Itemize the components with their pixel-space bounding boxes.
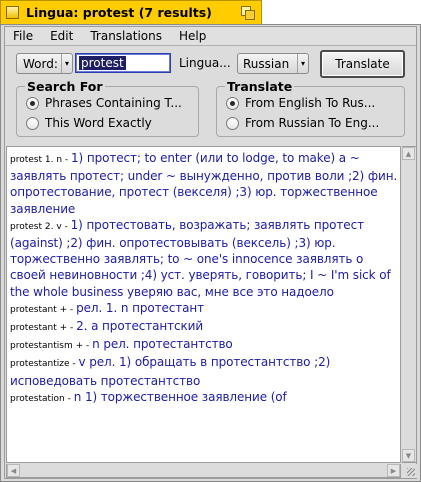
- radio-selected-icon[interactable]: [226, 96, 239, 110]
- zoom-icon-front: [245, 9, 255, 20]
- controls-panel: Word: ▾ protest Lingua... Russian ▾ Tran…: [5, 46, 416, 142]
- menu-help[interactable]: Help: [171, 29, 215, 43]
- dropdown-arrow-icon: ▾: [61, 54, 72, 73]
- dropdown-arrow-icon: ▾: [297, 54, 308, 73]
- zoom-button[interactable]: [241, 5, 255, 20]
- search-input-value: protest: [79, 56, 126, 70]
- result-entry: protestant + - рел. 1. n протестант: [10, 300, 398, 318]
- search-for-legend: Search For: [25, 79, 105, 94]
- window-title-tab[interactable]: Lingua: protest (7 results): [0, 0, 262, 24]
- result-term: protest 2. v -: [10, 221, 71, 232]
- app-window: File Edit Translations Help Word: ▾ prot…: [0, 24, 421, 482]
- close-button[interactable]: [6, 6, 19, 19]
- result-term: protestant + -: [10, 304, 77, 315]
- window-content: File Edit Translations Help Word: ▾ prot…: [4, 26, 417, 479]
- result-definition: n 1) торжественное заявление (of: [73, 389, 287, 404]
- menu-translations[interactable]: Translations: [82, 29, 171, 43]
- search-mode-label: Word:: [23, 56, 58, 71]
- translate-button-label: Translate: [335, 57, 390, 71]
- translate-direction-group: Translate From English To Rus... From Ru…: [216, 79, 405, 137]
- result-entry: protest 2. v - 1) протестовать, возражат…: [10, 217, 398, 300]
- search-input[interactable]: protest: [75, 53, 171, 73]
- translate-legend: Translate: [225, 79, 295, 94]
- resize-handle-icon[interactable]: [402, 464, 417, 478]
- search-mode-dropdown[interactable]: Word: ▾: [16, 53, 73, 74]
- menu-bar: File Edit Translations Help: [5, 27, 416, 46]
- result-term: protestant + -: [10, 323, 77, 334]
- result-term: protestantize -: [10, 359, 79, 370]
- radio-russian-to-english[interactable]: From Russian To Eng...: [226, 116, 379, 130]
- radio-unselected-icon[interactable]: [226, 116, 239, 130]
- scroll-right-icon[interactable]: ▶: [387, 464, 400, 477]
- menu-file[interactable]: File: [5, 29, 42, 43]
- result-entry: protestantize - v рел. 1) обращать в про…: [10, 354, 398, 388]
- scroll-down-icon[interactable]: ▼: [402, 449, 415, 462]
- language-label: Lingua...: [179, 56, 231, 70]
- scroll-left-icon[interactable]: ◀: [7, 464, 20, 477]
- result-term: protestation -: [10, 393, 74, 404]
- radio-english-to-russian[interactable]: From English To Rus...: [226, 96, 375, 110]
- language-dropdown[interactable]: Russian ▾: [237, 53, 309, 74]
- radio-label: From Russian To Eng...: [245, 116, 380, 130]
- language-value: Russian: [243, 56, 290, 71]
- search-for-group: Search For Phrases Containing T... This …: [16, 79, 199, 137]
- radio-label: From English To Rus...: [245, 96, 376, 110]
- results-text: protest 1. n - 1) протест; to enter (или…: [7, 147, 400, 407]
- result-term: protest 1. n -: [10, 155, 71, 165]
- results-view[interactable]: protest 1. n - 1) протест; to enter (или…: [6, 146, 401, 463]
- result-term: protestantism + -: [10, 341, 93, 352]
- radio-selected-icon[interactable]: [26, 96, 39, 110]
- radio-phrases-containing[interactable]: Phrases Containing T...: [26, 96, 182, 110]
- menu-edit[interactable]: Edit: [42, 29, 82, 43]
- horizontal-scrollbar[interactable]: ◀ ▶: [6, 464, 401, 478]
- radio-label: This Word Exactly: [45, 116, 152, 130]
- result-definition: рел. 1. n протестант: [76, 300, 205, 315]
- result-entry: protestation - n 1) торжественное заявле…: [10, 389, 398, 407]
- translate-button[interactable]: Translate: [320, 50, 405, 78]
- result-entry: protestantism + - n рел. протестантство: [10, 336, 398, 354]
- window-title: Lingua: protest (7 results): [26, 5, 212, 20]
- radio-word-exactly[interactable]: This Word Exactly: [26, 116, 152, 130]
- scroll-up-icon[interactable]: ▲: [402, 147, 415, 160]
- result-definition: 2. a протестантский: [76, 319, 204, 334]
- radio-unselected-icon[interactable]: [26, 116, 39, 130]
- radio-label: Phrases Containing T...: [45, 96, 182, 110]
- result-definition: n рел. протестантство: [92, 337, 233, 352]
- result-entry: protest 1. n - 1) протест; to enter (или…: [10, 150, 398, 217]
- result-entry: protestant + - 2. a протестантский: [10, 318, 398, 336]
- vertical-scrollbar[interactable]: ▲ ▼: [402, 146, 417, 463]
